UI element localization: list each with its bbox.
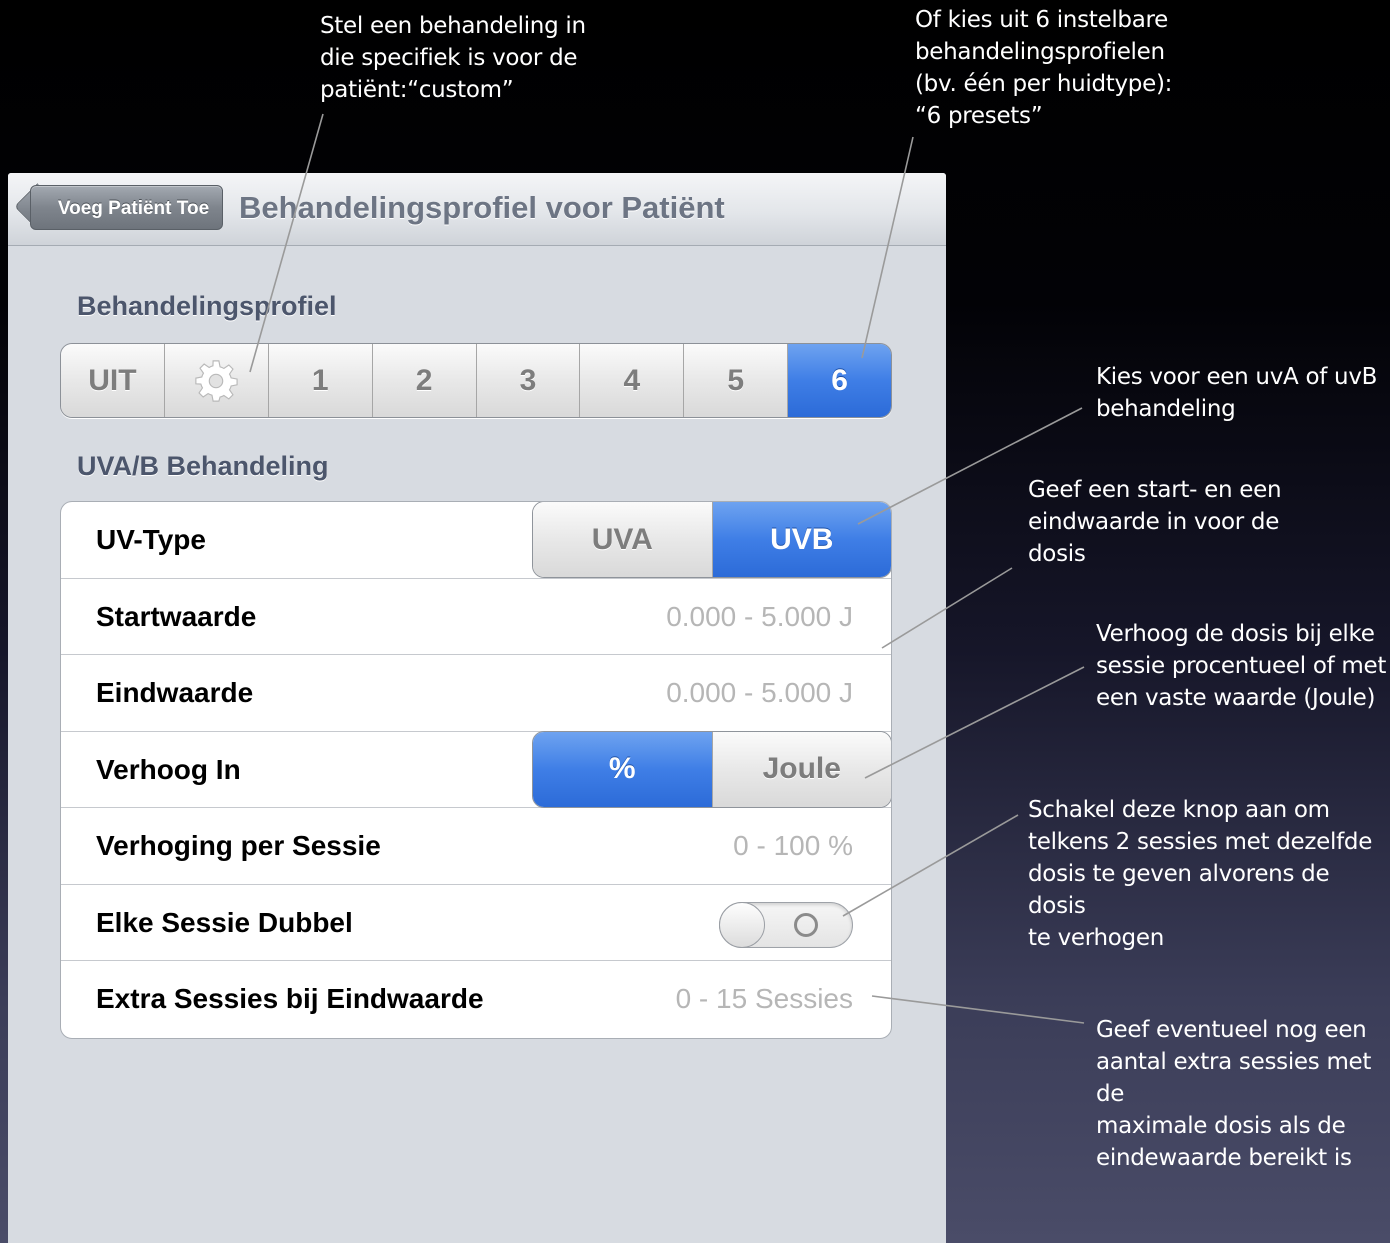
treatment-table: UV-Type UVA UVB Startwaarde 0.000 - 5.00… — [60, 501, 892, 1039]
section-header-profile: Behandelingsprofiel — [77, 291, 337, 321]
uv-type-segmented-control: UVA UVB — [532, 501, 891, 578]
annotation-increase: Verhoog de dosis bij elke sessie procent… — [1096, 621, 1387, 711]
segment-custom[interactable] — [164, 344, 269, 417]
section-header-treatment: UVA/B Behandeling — [77, 451, 329, 481]
row-label: Extra Sessies bij Eindwaarde — [96, 983, 484, 1014]
end-value-field[interactable]: 0.000 - 5.000 J — [666, 655, 853, 731]
table-row-extra-sessions[interactable]: Extra Sessies bij Eindwaarde 0 - 15 Sess… — [61, 961, 891, 1038]
gear-icon — [195, 359, 238, 402]
segment-percent[interactable]: % — [533, 731, 713, 807]
table-row-end[interactable]: Eindwaarde 0.000 - 5.000 J — [61, 655, 891, 732]
extra-sessions-field[interactable]: 0 - 15 Sessies — [676, 961, 853, 1037]
segment-3[interactable]: 3 — [476, 344, 581, 417]
segment-uit[interactable]: UIT — [61, 344, 165, 417]
annotation-start-end: Geef een start- en een eindwaarde in voo… — [1028, 477, 1282, 567]
segment-uvb[interactable]: UVB — [712, 502, 891, 577]
segment-joule[interactable]: Joule — [712, 731, 891, 807]
annotation-presets: Of kies uit 6 instelbare behandelingspro… — [915, 7, 1173, 129]
table-row-start[interactable]: Startwaarde 0.000 - 5.000 J — [61, 579, 891, 655]
annotation-custom: Stel een behandeling in die specifiek is… — [320, 13, 586, 103]
back-button[interactable]: Voeg Patiënt Toe — [30, 185, 223, 230]
segment-6[interactable]: 6 — [788, 344, 891, 417]
profile-segmented-control: UIT 1 2 3 4 5 6 — [60, 343, 892, 418]
segment-uva[interactable]: UVA — [533, 502, 713, 577]
annotation-uv-type: Kies voor een uvA of uvB behandeling — [1096, 364, 1378, 422]
table-row-double-session: Elke Sessie Dubbel — [61, 885, 891, 961]
toggle-off-icon — [794, 912, 818, 937]
table-row-increase-per-session[interactable]: Verhoging per Sessie 0 - 100 % — [61, 808, 891, 885]
increase-unit-segmented-control: % Joule — [532, 730, 891, 808]
row-label: UV-Type — [96, 524, 206, 555]
row-label: Verhoging per Sessie — [96, 830, 381, 861]
segment-5[interactable]: 5 — [684, 344, 789, 417]
row-label: Verhoog In — [96, 753, 241, 785]
page-title: Behandelingsprofiel voor Patiënt — [239, 190, 725, 225]
annotation-extra: Geef eventueel nog een aantal extra sess… — [1096, 1017, 1372, 1171]
row-label: Elke Sessie Dubbel — [96, 906, 353, 938]
segment-1[interactable]: 1 — [268, 344, 373, 417]
table-row-uv-type: UV-Type UVA UVB — [61, 501, 891, 579]
row-label: Startwaarde — [96, 600, 257, 632]
annotation-double: Schakel deze knop aan om telkens 2 sessi… — [1028, 797, 1373, 951]
row-label: Eindwaarde — [96, 677, 254, 708]
table-row-increase-in: Verhoog In % Joule — [61, 730, 891, 808]
segment-2[interactable]: 2 — [372, 344, 477, 417]
navigation-bar: Voeg Patiënt Toe Behandelingsprofiel voo… — [8, 173, 946, 246]
double-session-toggle[interactable] — [719, 901, 853, 948]
toggle-knob[interactable] — [719, 901, 765, 948]
settings-panel: Voeg Patiënt Toe Behandelingsprofiel voo… — [8, 173, 946, 1243]
start-value-field[interactable]: 0.000 - 5.000 J — [666, 579, 853, 655]
increase-per-session-field[interactable]: 0 - 100 % — [733, 808, 853, 884]
segment-4[interactable]: 4 — [580, 344, 685, 417]
